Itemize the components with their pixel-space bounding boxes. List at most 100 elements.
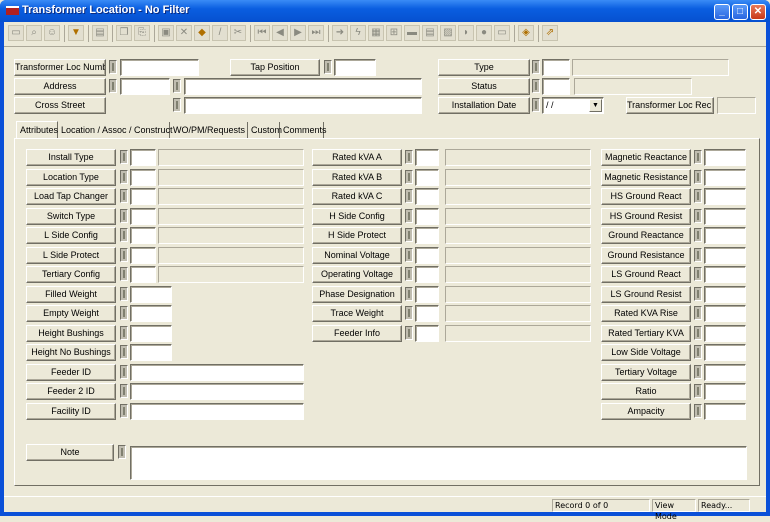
work-order-icon[interactable]: ◆ (194, 25, 210, 41)
lock-icon[interactable] (120, 228, 128, 242)
install-type-button[interactable]: Install Type (26, 149, 116, 166)
print-icon[interactable]: ▤ (422, 25, 438, 41)
lightning-icon[interactable]: ϟ (350, 25, 366, 41)
lock-icon[interactable] (120, 403, 128, 418)
operating-voltage-button[interactable]: Operating Voltage (312, 266, 402, 283)
shape-icon[interactable]: ◗ (458, 25, 474, 41)
note-button[interactable]: Note (26, 444, 114, 461)
lock-icon[interactable] (120, 306, 128, 320)
install-type-code-input[interactable] (130, 149, 156, 166)
hs-ground-react-input[interactable] (704, 188, 746, 205)
edit-icon[interactable]: / (212, 25, 228, 41)
tap-position-input[interactable] (334, 59, 376, 76)
feeder-2-id-input[interactable] (130, 383, 304, 400)
ls-ground-resist-input[interactable] (704, 285, 746, 303)
phase-designation-code-input[interactable] (415, 285, 439, 303)
lock-icon[interactable] (120, 286, 128, 301)
cross-street-input[interactable] (184, 97, 422, 114)
magnetic-resistance-input[interactable] (704, 168, 746, 186)
rated-kva-rise-button[interactable]: Rated KVA Rise (601, 305, 691, 322)
transformer-loc-number-button[interactable]: Transformer Loc Number (14, 59, 106, 76)
magnetic-resistance-button[interactable]: Magnetic Resistance (601, 168, 691, 186)
lock-icon[interactable] (405, 306, 413, 320)
tap-position-button[interactable]: Tap Position (230, 59, 320, 76)
facility-id-input[interactable] (130, 402, 304, 420)
prev-record-icon[interactable]: ◀ (272, 25, 288, 41)
location-type-code-input[interactable] (130, 168, 156, 186)
ampacity-button[interactable]: Ampacity (601, 402, 691, 420)
tab-comments[interactable]: Comments (280, 122, 327, 138)
lock-icon[interactable] (120, 208, 128, 223)
operating-voltage-code-input[interactable] (415, 266, 439, 283)
lock-icon[interactable] (694, 228, 702, 242)
chevron-down-icon[interactable]: ▼ (589, 99, 602, 112)
lock-icon[interactable] (694, 189, 702, 203)
next-record-icon[interactable]: ▶ (290, 25, 306, 41)
goto-icon[interactable]: ➜ (332, 25, 348, 41)
height-no-bushings-input[interactable] (130, 344, 172, 361)
report-icon[interactable]: ▤ (92, 25, 108, 41)
hs-ground-react-button[interactable]: HS Ground React (601, 188, 691, 205)
lock-icon[interactable] (405, 228, 413, 242)
lock-icon[interactable] (118, 445, 126, 459)
facility-id-button[interactable]: Facility ID (26, 402, 116, 420)
h-side-protect-code-input[interactable] (415, 227, 439, 244)
rated-tertiary-kva-button[interactable]: Rated Tertiary KVA (601, 324, 691, 342)
tab-wo-pm-requests[interactable]: WO/PM/Requests (170, 122, 248, 138)
rated-kva-c-button[interactable]: Rated kVA C (312, 188, 402, 205)
status-button[interactable]: Status (438, 78, 530, 95)
filled-weight-button[interactable]: Filled Weight (26, 285, 116, 303)
lock-icon[interactable] (532, 98, 540, 112)
zoom-icon[interactable]: ⌕ (26, 25, 42, 41)
lock-icon[interactable] (405, 286, 413, 301)
note-textarea[interactable] (130, 446, 747, 480)
lock-icon[interactable] (405, 169, 413, 184)
rated-kva-c-code-input[interactable] (415, 188, 439, 205)
lock-icon[interactable] (120, 364, 128, 379)
height-bushings-button[interactable]: Height Bushings (26, 324, 116, 342)
lock-icon[interactable] (120, 189, 128, 203)
tab-attributes[interactable]: Attributes (16, 121, 58, 139)
h-side-config-code-input[interactable] (415, 207, 439, 225)
rated-tertiary-kva-input[interactable] (704, 324, 746, 342)
tab-location-assoc-construct[interactable]: Location / Assoc / Construct (58, 122, 173, 138)
lock-icon[interactable] (120, 384, 128, 398)
switch-type-code-input[interactable] (130, 207, 156, 225)
empty-weight-button[interactable]: Empty Weight (26, 305, 116, 322)
phase-designation-button[interactable]: Phase Designation (312, 285, 402, 303)
ground-reactance-button[interactable]: Ground Reactance (601, 227, 691, 244)
rated-kva-a-button[interactable]: Rated kVA A (312, 149, 402, 166)
h-side-config-button[interactable]: H Side Config (312, 207, 402, 225)
tertiary-voltage-input[interactable] (704, 363, 746, 381)
tree-icon[interactable]: ⊞ (386, 25, 402, 41)
magnetic-reactance-input[interactable] (704, 149, 746, 166)
lock-icon[interactable] (694, 364, 702, 379)
feeder-id-button[interactable]: Feeder ID (26, 363, 116, 381)
lock-icon[interactable] (405, 325, 413, 340)
magnetic-reactance-button[interactable]: Magnetic Reactance (601, 149, 691, 166)
rated-kva-rise-input[interactable] (704, 305, 746, 322)
first-record-icon[interactable]: ⏮ (254, 25, 270, 41)
address-street-input[interactable] (184, 78, 422, 95)
globe-icon[interactable]: ● (476, 25, 492, 41)
last-record-icon[interactable]: ⏭ (308, 25, 324, 41)
user-icon[interactable]: ☺ (44, 25, 60, 41)
maximize-button[interactable]: □ (732, 4, 748, 20)
load-tap-changer-button[interactable]: Load Tap Changer (26, 188, 116, 205)
h-side-protect-button[interactable]: H Side Protect (312, 227, 402, 244)
address-button[interactable]: Address (14, 78, 106, 95)
lock-icon[interactable] (173, 98, 181, 112)
lock-icon[interactable] (532, 60, 540, 74)
lock-icon[interactable] (694, 208, 702, 223)
attach-icon[interactable]: ⎘ (134, 25, 150, 41)
lock-icon[interactable] (405, 208, 413, 223)
low-side-voltage-button[interactable]: Low Side Voltage (601, 344, 691, 361)
feeder-id-input[interactable] (130, 363, 304, 381)
tertiary-config-code-input[interactable] (130, 266, 156, 283)
copy-icon[interactable]: ❐ (116, 25, 132, 41)
ground-resistance-button[interactable]: Ground Resistance (601, 246, 691, 264)
lock-icon[interactable] (694, 286, 702, 301)
lock-icon[interactable] (324, 60, 332, 74)
ground-resistance-input[interactable] (704, 246, 746, 264)
empty-weight-input[interactable] (130, 305, 172, 322)
